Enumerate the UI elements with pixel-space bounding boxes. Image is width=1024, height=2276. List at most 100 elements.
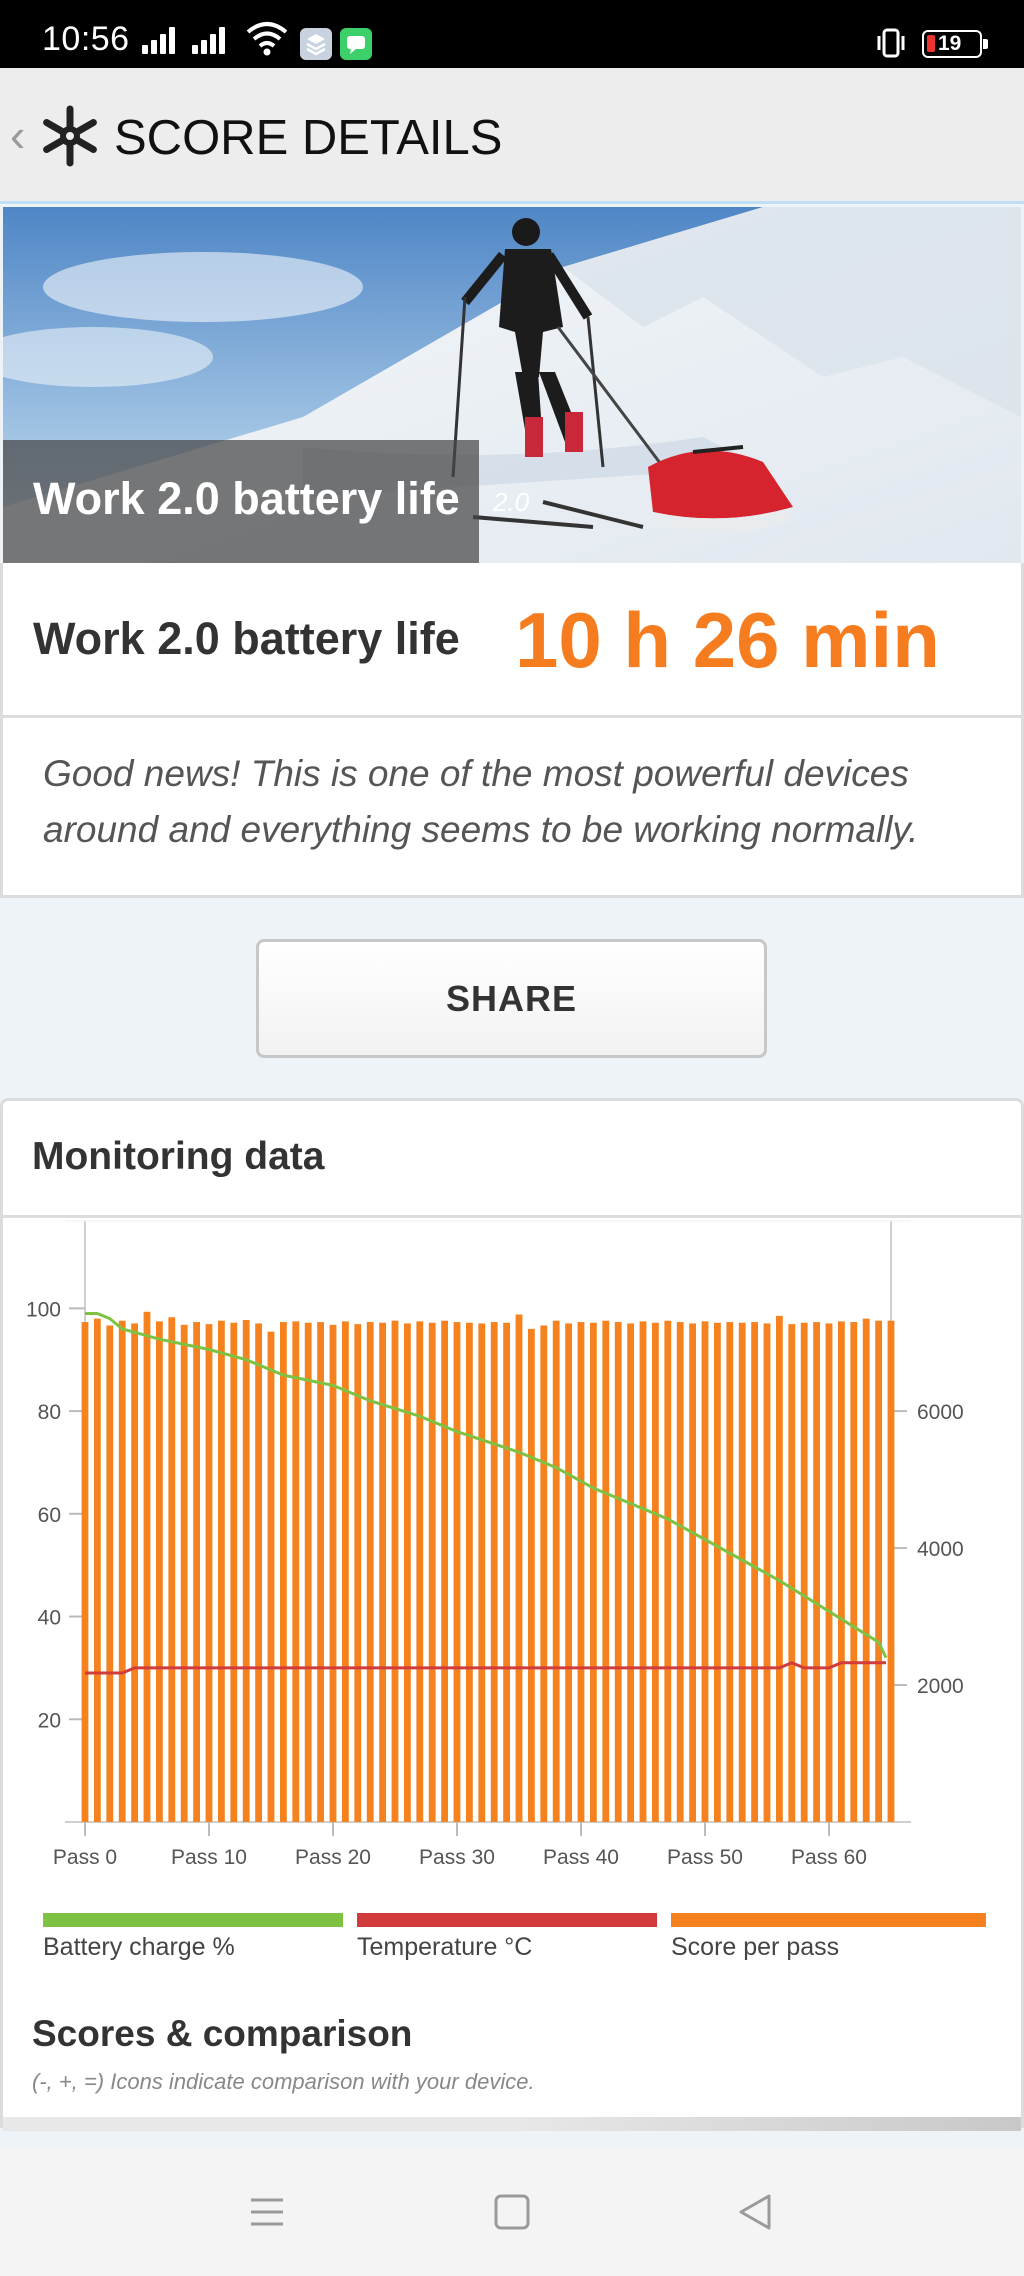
score-bar [267,1331,275,1822]
status-time: 10:56 [42,20,130,58]
stack-app-icon [300,28,332,60]
battery-level: 19 [938,32,962,55]
score-bar [403,1323,411,1822]
score-bar [416,1321,424,1822]
legend-label-battery: Battery charge % [43,1933,235,1961]
score-bar [837,1321,845,1822]
score-bar [713,1322,721,1822]
navigation-bar [0,2148,1024,2276]
score-bar [850,1322,858,1822]
score-bar [800,1322,808,1822]
score-bar [81,1322,89,1822]
score-bar [577,1322,585,1822]
score-bar [106,1325,114,1822]
wifi-icon [246,22,288,56]
score-bar [701,1321,709,1822]
result-card: Work 2.0 battery life 10 h 26 min Good n… [0,563,1024,898]
score-bar [180,1324,188,1822]
score-bar [515,1314,523,1822]
score-bar [825,1323,833,1822]
left-tick-label: 20 [38,1709,61,1732]
score-bar [664,1320,672,1822]
score-bar [726,1322,734,1822]
left-tick-label: 60 [38,1504,61,1527]
score-bar [875,1320,883,1822]
score-bar [614,1322,622,1822]
result-value: 10 h 26 min [515,596,940,684]
left-tick-label: 80 [38,1401,61,1424]
monitoring-card: Monitoring data 100 80 60 40 20 6000 4000 2000 P… [0,1098,1024,2131]
home-icon[interactable] [492,2192,532,2232]
scores-title: Scores & comparison [32,2013,413,2054]
score-bar [751,1322,759,1822]
left-tick-label: 100 [26,1298,61,1321]
score-bar [627,1323,635,1822]
status-bar: 10:56 19 [0,0,1024,68]
score-bar [304,1322,312,1822]
hero-version: 2.0 [493,487,530,517]
score-bar [552,1320,560,1822]
score-bar [862,1318,870,1822]
score-bar [503,1322,511,1822]
score-bar [465,1322,473,1822]
scores-subtitle: (-, +, =) Icons indicate comparison with… [32,2069,535,2094]
x-tick-label: Pass 40 [543,1846,619,1869]
score-bar [354,1324,362,1822]
hero-title: Work 2.0 battery life [33,473,460,524]
menu-icon[interactable] [247,2192,287,2232]
score-bar [379,1322,387,1822]
right-tick-label: 2000 [917,1675,964,1698]
score-bar [689,1323,697,1822]
score-bar [391,1320,399,1822]
score-bar [441,1320,449,1822]
divider [3,715,1021,718]
legend-swatch-temperature [357,1913,657,1927]
score-bar [242,1320,250,1822]
result-label: Work 2.0 battery life [33,613,460,664]
score-bar [540,1325,548,1822]
battery-icon: 19 [922,30,988,58]
score-bar [255,1323,263,1822]
score-bar [887,1320,895,1822]
score-bar [490,1322,498,1822]
score-bar [155,1321,163,1822]
score-bar [366,1322,374,1822]
x-tick-label: Pass 0 [53,1846,117,1869]
score-bar [131,1323,139,1822]
score-bar [279,1322,287,1822]
page-title: SCORE DETAILS [114,111,503,165]
legend-label-temperature: Temperature °C [357,1933,533,1961]
back-button[interactable]: ‹ [10,108,25,162]
score-bar [478,1323,486,1822]
left-tick-label: 40 [38,1607,61,1630]
score-bar [292,1321,300,1822]
x-tick-label: Pass 30 [419,1846,495,1869]
score-bar [788,1324,796,1822]
signal-icon [192,24,225,54]
x-tick-label: Pass 60 [791,1846,867,1869]
score-bar [217,1320,225,1822]
vibrate-icon [877,28,905,58]
scores-banner-edge [3,2117,1021,2131]
score-bar [589,1322,597,1822]
share-button[interactable]: SHARE [256,939,767,1058]
score-bar [317,1322,325,1822]
right-tick-label: 6000 [917,1401,964,1424]
score-bar [230,1322,238,1822]
result-message: Good news! This is one of the most power… [43,753,919,850]
monitoring-chart: 100 80 60 40 20 6000 4000 2000 Pass 0 Pass 10 Pass… [26,1220,964,1869]
score-bar [428,1322,436,1822]
score-bar [168,1317,176,1822]
score-bar [527,1328,535,1822]
message-app-icon [340,28,372,60]
x-tick-label: Pass 10 [171,1846,247,1869]
score-bar [341,1321,349,1822]
score-bar [775,1315,783,1822]
x-tick-label: Pass 20 [295,1846,371,1869]
score-bar [205,1324,213,1822]
legend-swatch-battery [43,1913,343,1927]
back-nav-icon[interactable] [735,2192,775,2232]
signal-icon [142,24,175,54]
score-bar [813,1322,821,1822]
score-bar [329,1324,337,1822]
